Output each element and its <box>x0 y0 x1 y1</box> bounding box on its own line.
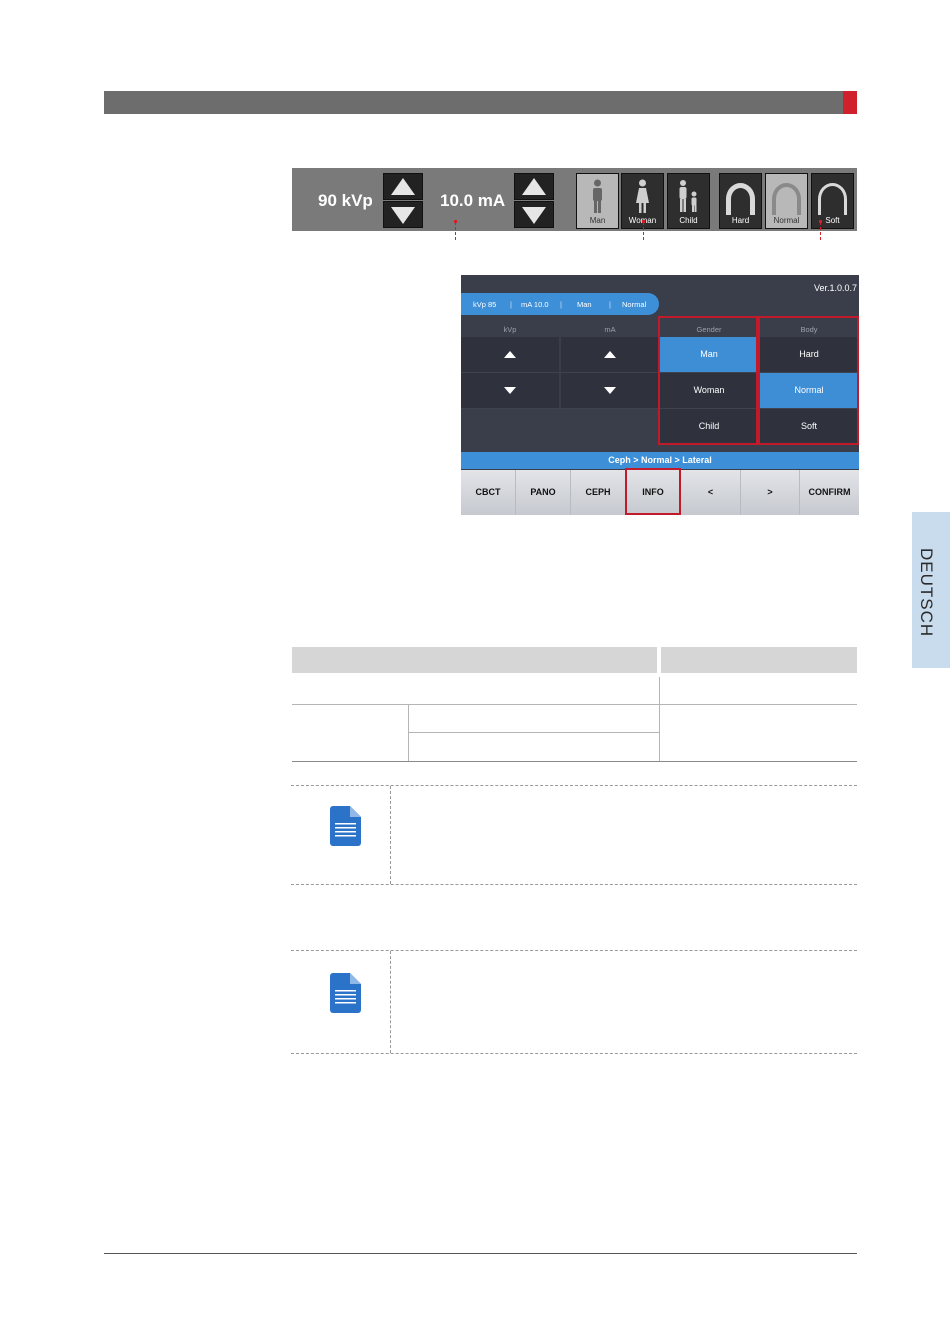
status-tab: kVp 85 | mA 10.0 | Man | Normal <box>461 293 659 315</box>
arrow-up-icon <box>522 178 546 195</box>
ma-increase-button[interactable] <box>561 337 659 373</box>
callout-dot-ma <box>454 220 457 223</box>
note-top-border <box>291 785 857 786</box>
arrow-up-icon <box>504 351 516 359</box>
mode-breadcrumb: Ceph > Normal > Lateral <box>461 452 859 469</box>
gender-highlight-box <box>658 316 758 445</box>
ma-value: 10.0 mA <box>440 191 506 210</box>
hard-label: Hard <box>731 216 750 225</box>
hard-button[interactable]: Hard <box>719 173 762 229</box>
arch-normal-icon <box>772 183 801 215</box>
table-divider <box>408 732 659 733</box>
child-label: Child <box>679 216 698 225</box>
note-divider <box>390 951 391 1053</box>
empty-cell <box>561 409 659 444</box>
column-kvp: kVp <box>503 325 517 334</box>
callout-line-body <box>820 222 821 240</box>
table-column-divider <box>659 677 660 761</box>
arrow-up-icon <box>391 178 415 195</box>
status-separator: | <box>510 300 512 309</box>
language-side-tab[interactable]: DEUTSCH <box>912 512 950 668</box>
status-separator: | <box>609 300 611 309</box>
note-document-icon <box>330 806 361 846</box>
status-ma: mA 10.0 <box>521 300 549 309</box>
arch-hard-icon <box>726 183 755 215</box>
status-gender: Man <box>577 300 592 309</box>
note-top-border <box>291 950 857 951</box>
kvp-down-button[interactable] <box>383 201 423 228</box>
callout-line-ma <box>455 222 456 240</box>
status-kvp: kVp 85 <box>473 300 497 309</box>
footer-rule <box>104 1253 857 1254</box>
arrow-down-icon <box>504 387 516 395</box>
arrow-down-icon <box>391 207 415 224</box>
nav-confirm-button[interactable]: CONFIRM <box>800 470 859 515</box>
table-header-cell <box>292 647 657 673</box>
arch-soft-icon <box>818 183 847 215</box>
table-header-cell <box>661 647 857 673</box>
version-label: Ver.1.0.0.7 <box>813 283 857 293</box>
note-bottom-border <box>291 884 857 885</box>
arrow-down-icon <box>604 387 616 395</box>
nav-ceph-button[interactable]: CEPH <box>571 470 626 515</box>
kvp-value: 90 kVp <box>318 191 373 210</box>
callout-dot-gender <box>642 220 645 223</box>
note-bottom-border <box>291 1053 857 1054</box>
table-divider <box>292 704 857 705</box>
table-bottom-border <box>292 761 857 762</box>
callout-line-gender <box>643 222 644 240</box>
empty-cell <box>461 409 559 444</box>
child-icon <box>679 180 697 212</box>
kvp-decrease-button[interactable] <box>461 373 559 409</box>
arrow-down-icon <box>522 207 546 224</box>
arrow-up-icon <box>604 351 616 359</box>
man-icon <box>593 179 602 213</box>
status-body: Normal <box>622 300 647 309</box>
normal-button[interactable]: Normal <box>765 173 808 229</box>
body-highlight-box <box>758 316 859 445</box>
header-bar <box>104 91 843 114</box>
ma-decrease-button[interactable] <box>561 373 659 409</box>
child-button[interactable]: Child <box>667 173 710 229</box>
header-accent <box>843 91 857 114</box>
language-label: DEUTSCH <box>917 548 936 638</box>
man-label: Man <box>589 216 606 225</box>
woman-icon <box>636 179 649 213</box>
column-ma: mA <box>604 325 616 334</box>
table-column-divider <box>408 704 409 761</box>
kvp-up-button[interactable] <box>383 173 423 200</box>
man-button[interactable]: Man <box>576 173 619 229</box>
note-divider <box>390 786 391 884</box>
nav-next-button[interactable]: > <box>741 470 800 515</box>
callout-dot-body <box>819 220 822 223</box>
normal-label: Normal <box>773 216 800 225</box>
note-document-icon <box>330 973 361 1013</box>
touch-screen-panel: Ver.1.0.0.7 kVp 85 | mA 10.0 | Man | Nor… <box>461 275 859 515</box>
ma-down-button[interactable] <box>514 201 554 228</box>
kvp-increase-button[interactable] <box>461 337 559 373</box>
info-highlight-box <box>625 468 681 515</box>
status-separator: | <box>560 300 562 309</box>
ma-up-button[interactable] <box>514 173 554 200</box>
nav-pano-button[interactable]: PANO <box>516 470 571 515</box>
nav-previous-button[interactable]: < <box>681 470 741 515</box>
nav-cbct-button[interactable]: CBCT <box>461 470 516 515</box>
soft-button[interactable]: Soft <box>811 173 854 229</box>
